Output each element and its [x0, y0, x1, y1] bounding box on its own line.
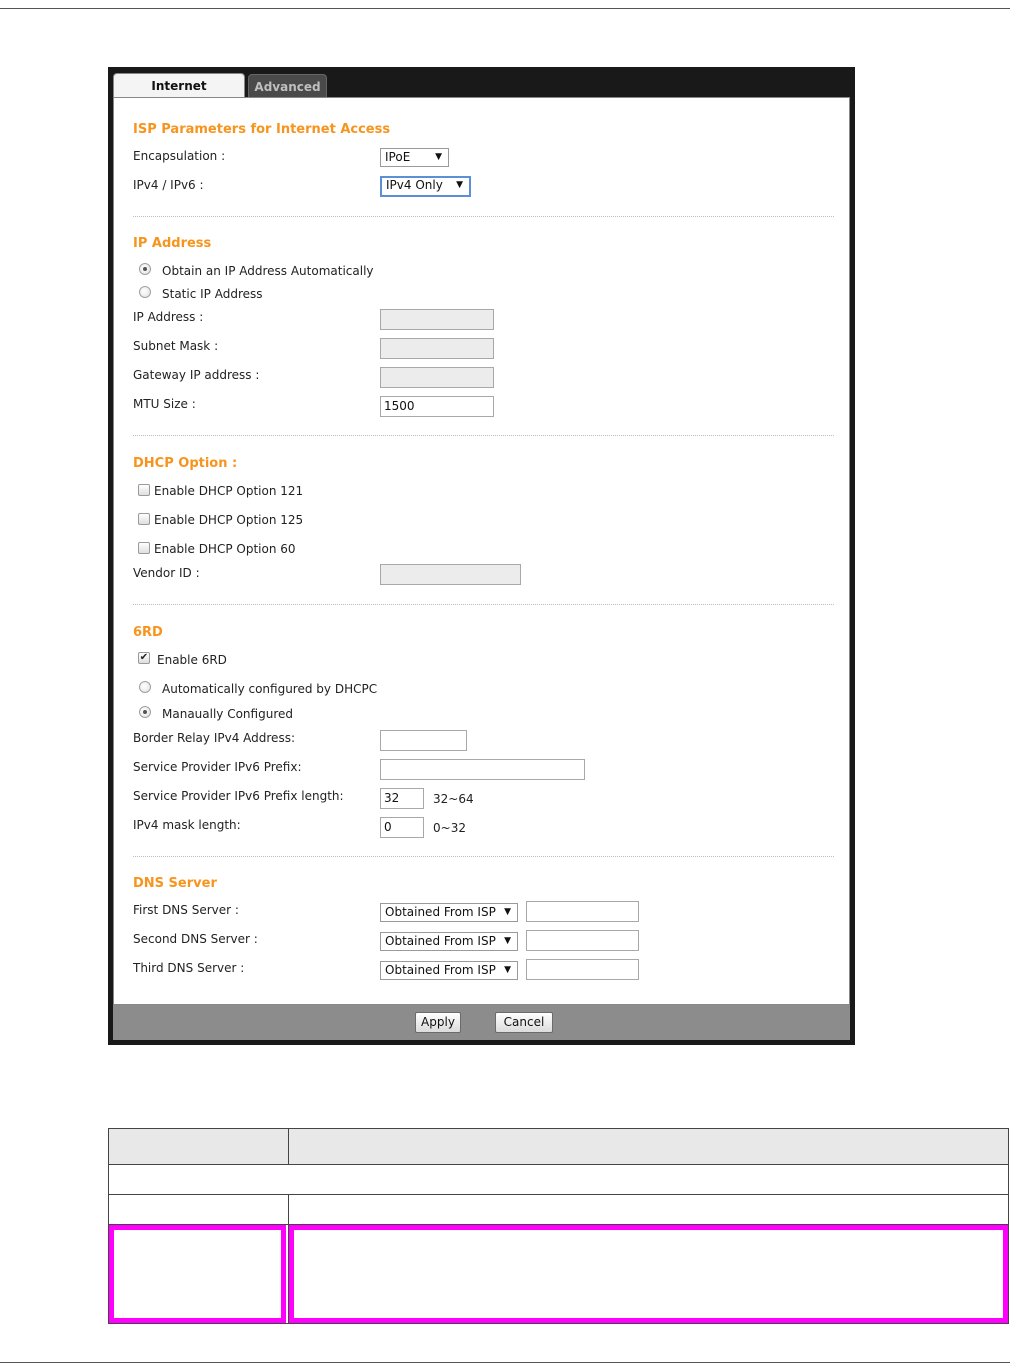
apply-button[interactable]: Apply — [415, 1012, 461, 1033]
table-row — [108, 1194, 289, 1225]
dropdown-arrow-icon: ▼ — [504, 965, 511, 975]
section-divider — [133, 604, 834, 605]
ipv6-prefix-input[interactable] — [380, 759, 585, 780]
table-row — [288, 1194, 1009, 1225]
encapsulation-label: Encapsulation : — [133, 149, 226, 163]
highlight-box — [289, 1225, 1008, 1323]
gateway-label: Gateway IP address : — [133, 368, 260, 382]
ipv6-prefix-label: Service Provider IPv6 Prefix: — [133, 760, 302, 774]
gateway-input[interactable] — [380, 367, 494, 388]
ipv-label: IPv4 / IPv6 : — [133, 178, 204, 192]
table-row — [108, 1164, 1009, 1195]
page-bottom-rule — [0, 1362, 1010, 1363]
vendor-id-label: Vendor ID : — [133, 566, 200, 580]
second-dns-input[interactable] — [526, 930, 639, 951]
action-bar: Apply Cancel — [113, 1005, 850, 1040]
enable-6rd-label: Enable 6RD — [157, 653, 227, 667]
ip-address-label: IP Address : — [133, 310, 204, 324]
section-divider — [133, 435, 834, 436]
second-dns-mode-select[interactable]: Obtained From ISP ▼ — [380, 932, 518, 951]
ipv6-prefix-length-input[interactable]: 32 — [380, 788, 424, 809]
ipv6-prefix-length-hint: 32~64 — [433, 792, 474, 806]
dhcp-option-60-label: Enable DHCP Option 60 — [154, 542, 296, 556]
tab-advanced[interactable]: Advanced — [248, 74, 327, 98]
ipv-value: IPv4 Only — [386, 178, 443, 192]
dhcp-section-title: DHCP Option : — [133, 456, 238, 471]
table-header-cell — [288, 1128, 1009, 1165]
third-dns-input[interactable] — [526, 959, 639, 980]
settings-panel: ISP Parameters for Internet Access Encap… — [113, 97, 850, 1005]
table-header-cell — [108, 1128, 289, 1165]
second-dns-mode-value: Obtained From ISP — [385, 934, 496, 948]
third-dns-label: Third DNS Server : — [133, 961, 245, 975]
sixrd-section-title: 6RD — [133, 625, 163, 640]
section-divider — [133, 216, 834, 217]
dropdown-arrow-icon: ▼ — [504, 936, 511, 946]
border-relay-label: Border Relay IPv4 Address: — [133, 731, 295, 745]
ip-address-input[interactable] — [380, 309, 494, 330]
dhcp-option-60-checkbox[interactable] — [138, 542, 150, 554]
ipv6-prefix-length-label: Service Provider IPv6 Prefix length: — [133, 789, 344, 803]
encapsulation-select[interactable]: IPoE ▼ — [380, 148, 449, 167]
ipv4-mask-length-hint: 0~32 — [433, 821, 466, 835]
mtu-input[interactable]: 1500 — [380, 396, 494, 417]
dropdown-arrow-icon: ▼ — [456, 180, 463, 190]
static-ip-label: Static IP Address — [162, 287, 263, 301]
dropdown-arrow-icon: ▼ — [504, 907, 511, 917]
mtu-label: MTU Size : — [133, 397, 196, 411]
ipv4-mask-length-input[interactable]: 0 — [380, 817, 424, 838]
dhcp-option-121-label: Enable DHCP Option 121 — [154, 484, 304, 498]
dropdown-arrow-icon: ▼ — [435, 152, 442, 162]
dhcp-option-121-checkbox[interactable] — [138, 484, 150, 496]
dhcp-option-125-label: Enable DHCP Option 125 — [154, 513, 304, 527]
static-ip-radio[interactable] — [139, 286, 151, 298]
first-dns-mode-value: Obtained From ISP — [385, 905, 496, 919]
description-table — [108, 1128, 1009, 1324]
subnet-mask-label: Subnet Mask : — [133, 339, 219, 353]
third-dns-mode-select[interactable]: Obtained From ISP ▼ — [380, 961, 518, 980]
first-dns-mode-select[interactable]: Obtained From ISP ▼ — [380, 903, 518, 922]
tab-internet-connection[interactable]: Internet Connection — [113, 73, 245, 118]
section-divider — [133, 856, 834, 857]
ipv4-mask-length-label: IPv4 mask length: — [133, 818, 241, 832]
first-dns-label: First DNS Server : — [133, 903, 239, 917]
enable-6rd-checkbox[interactable]: ✔ — [138, 652, 150, 664]
vendor-id-input[interactable] — [380, 564, 521, 585]
ip-address-section-title: IP Address — [133, 236, 212, 251]
auto-dhcpc-label: Automatically configured by DHCPC — [162, 682, 378, 696]
obtain-auto-label: Obtain an IP Address Automatically — [162, 264, 374, 278]
highlight-box — [109, 1225, 286, 1323]
manual-config-label: Manaually Configured — [162, 707, 293, 721]
page-top-rule — [0, 8, 1010, 9]
manual-config-radio[interactable] — [139, 706, 151, 718]
first-dns-input[interactable] — [526, 901, 639, 922]
router-settings-window: Internet Connection Advanced ISP Paramet… — [108, 67, 855, 1045]
isp-section-title: ISP Parameters for Internet Access — [133, 122, 391, 137]
auto-dhcpc-radio[interactable] — [139, 681, 151, 693]
obtain-auto-radio[interactable] — [139, 263, 151, 275]
encapsulation-value: IPoE — [385, 150, 411, 164]
dns-section-title: DNS Server — [133, 876, 217, 891]
ipv-select[interactable]: IPv4 Only ▼ — [380, 176, 471, 197]
subnet-mask-input[interactable] — [380, 338, 494, 359]
cancel-button[interactable]: Cancel — [495, 1012, 553, 1033]
dhcp-option-125-checkbox[interactable] — [138, 513, 150, 525]
third-dns-mode-value: Obtained From ISP — [385, 963, 496, 977]
second-dns-label: Second DNS Server : — [133, 932, 258, 946]
border-relay-input[interactable] — [380, 730, 467, 751]
